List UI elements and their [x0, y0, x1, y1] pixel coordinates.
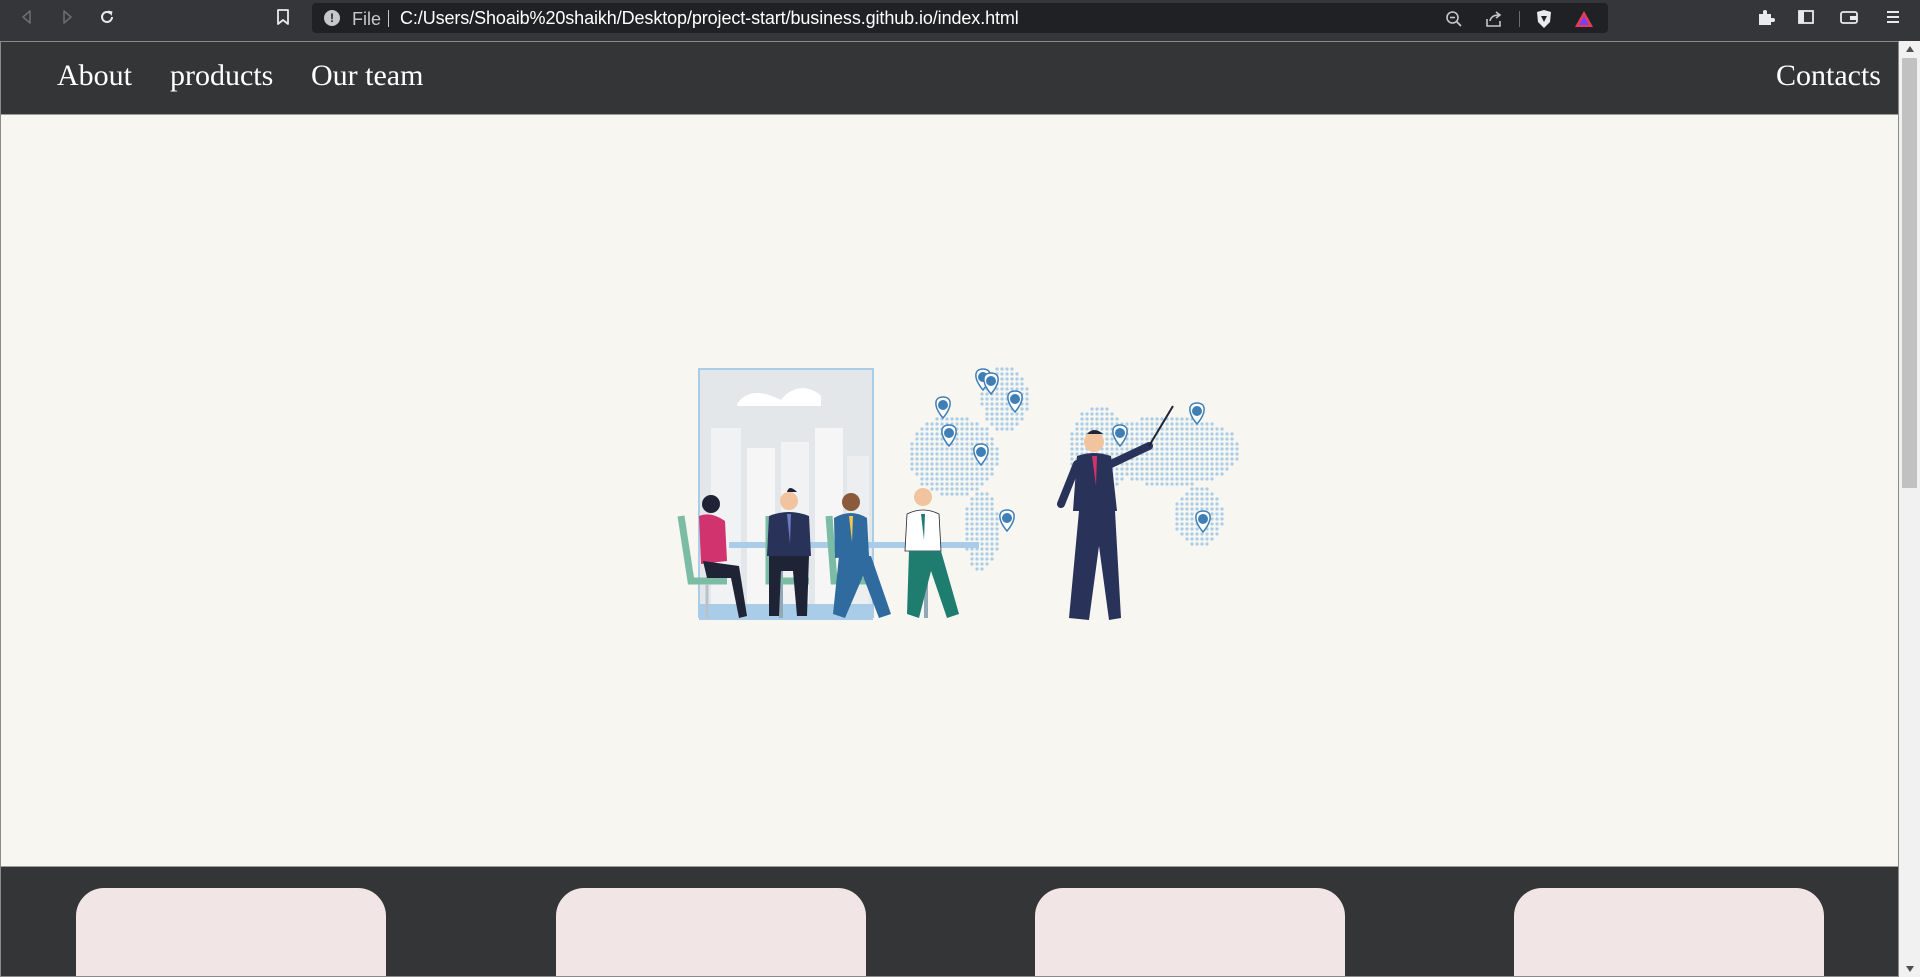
- card-1[interactable]: [76, 888, 386, 976]
- sidebar-icon: [1798, 10, 1814, 24]
- nav-link-about[interactable]: About: [57, 59, 132, 93]
- page-viewport: About products Our team Contacts: [0, 41, 1899, 977]
- map-pin-icon: [935, 396, 951, 420]
- nav-link-contacts[interactable]: Contacts: [1776, 59, 1881, 93]
- map-pin-icon: [1007, 390, 1023, 414]
- address-separator: [388, 10, 389, 27]
- card-3[interactable]: [1035, 888, 1345, 976]
- business-meeting-illustration: [677, 367, 1239, 620]
- share-icon[interactable]: [1483, 8, 1505, 30]
- hero-section: [1, 116, 1898, 866]
- bookmark-icon: [277, 9, 289, 25]
- scroll-up-arrow-icon[interactable]: [1899, 41, 1920, 57]
- map-pin-icon: [1189, 402, 1205, 426]
- map-pin-icon: [973, 443, 989, 467]
- brave-rewards-icon[interactable]: [1573, 8, 1595, 30]
- back-icon: [22, 10, 31, 24]
- scrollbar-thumb[interactable]: [1902, 58, 1917, 488]
- nav-link-products[interactable]: products: [170, 59, 273, 93]
- menu-button[interactable]: [1876, 0, 1910, 34]
- menu-icon: [1887, 11, 1899, 23]
- cards-section: [1, 866, 1898, 976]
- info-icon[interactable]: !: [324, 10, 340, 26]
- card-4[interactable]: [1514, 888, 1824, 976]
- wallet-icon: [1840, 11, 1858, 24]
- extensions-icon: [1759, 10, 1775, 25]
- brave-shield-icon[interactable]: [1533, 8, 1555, 30]
- vertical-scrollbar[interactable]: [1899, 41, 1920, 977]
- back-button[interactable]: [10, 0, 44, 34]
- forward-icon: [63, 10, 72, 24]
- site-navbar: About products Our team Contacts: [1, 42, 1898, 115]
- omnibox-separator: [1519, 11, 1520, 27]
- scroll-down-arrow-icon[interactable]: [1899, 961, 1920, 977]
- wallet-button[interactable]: [1832, 0, 1866, 34]
- bookmark-button[interactable]: [266, 0, 300, 34]
- address-bar[interactable]: ! File C:/Users/Shoaib%20shaikh/Desktop/…: [312, 3, 1608, 33]
- reload-icon: [101, 10, 113, 23]
- card-2[interactable]: [556, 888, 866, 976]
- nav-link-our-team[interactable]: Our team: [311, 59, 423, 93]
- map-pin-icon: [999, 509, 1015, 533]
- browser-toolbar: ! File C:/Users/Shoaib%20shaikh/Desktop/…: [0, 0, 1920, 34]
- reload-button[interactable]: [90, 0, 124, 34]
- url-text[interactable]: C:/Users/Shoaib%20shaikh/Desktop/project…: [400, 8, 1019, 29]
- forward-button[interactable]: [50, 0, 84, 34]
- map-pin-icon: [983, 372, 999, 396]
- sidebar-button[interactable]: [1789, 0, 1823, 34]
- extensions-button[interactable]: [1749, 0, 1783, 34]
- map-pin-icon: [1112, 424, 1128, 448]
- person-seated-4: [904, 488, 959, 618]
- scheme-label: File: [352, 9, 382, 29]
- map-pin-icon: [941, 424, 957, 448]
- zoom-out-icon[interactable]: [1443, 8, 1465, 30]
